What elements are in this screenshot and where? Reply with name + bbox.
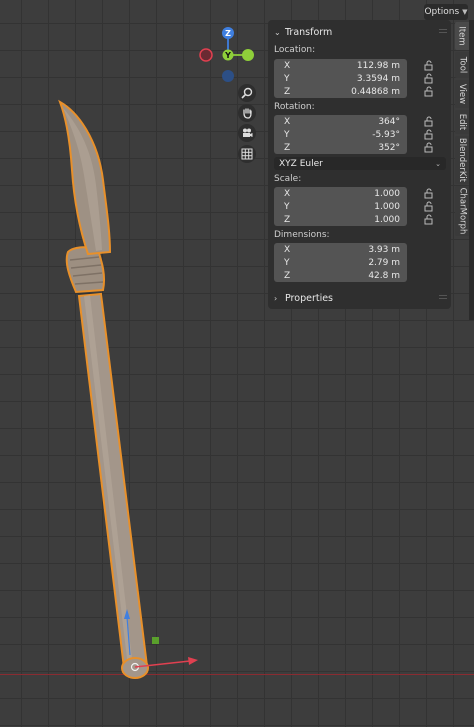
properties-title: Properties — [285, 292, 334, 304]
navigation-gizmo[interactable]: Z Y — [195, 24, 265, 94]
lock-location-z-icon[interactable] — [424, 86, 436, 97]
chevron-down-icon: ⌄ — [435, 159, 441, 168]
tab-edit[interactable]: Edit — [455, 110, 469, 134]
scale-x-field[interactable]: X 1.000 — [274, 187, 407, 200]
grid-icon — [241, 148, 253, 160]
tab-item[interactable]: Item — [455, 22, 469, 50]
rotation-y-field[interactable]: Y -5.93° — [274, 128, 407, 141]
lock-scale-x-icon[interactable] — [424, 188, 436, 199]
x-axis-arrow-icon — [188, 657, 198, 665]
scale-label: Scale: — [274, 174, 302, 184]
camera-view-button[interactable] — [238, 124, 256, 142]
options-label: Options — [424, 7, 460, 17]
scale-z-field[interactable]: Z 1.000 — [274, 213, 407, 226]
rotation-mode-dropdown[interactable]: XYZ Euler ⌄ — [274, 157, 446, 170]
tab-charmorph[interactable]: CharMorph — [455, 186, 469, 236]
chevron-down-icon: ⌄ — [274, 27, 281, 37]
lock-rotation-y-icon[interactable] — [424, 129, 436, 140]
gizmo-x-negative-icon — [199, 48, 213, 62]
staff-shaft — [77, 292, 149, 670]
gizmo-y-label: Y — [224, 51, 231, 60]
camera-icon — [243, 128, 253, 137]
chevron-down-icon: ▼ — [462, 8, 468, 16]
location-z-field[interactable]: Z 0.44868 m — [274, 85, 407, 98]
ortho-toggle-button[interactable] — [238, 145, 256, 163]
lock-rotation-x-icon[interactable] — [424, 116, 436, 127]
zoom-icon — [241, 87, 253, 99]
gizmo-z-label: Z — [225, 29, 231, 38]
dimensions-z-field[interactable]: Z 42.8 m — [274, 269, 407, 282]
lock-scale-y-icon[interactable] — [424, 201, 436, 212]
y-axis-handle-icon — [152, 637, 159, 644]
options-dropdown[interactable]: Options ▼ — [424, 4, 468, 20]
zoom-button[interactable] — [238, 84, 256, 102]
gizmo-z-negative-icon — [222, 70, 234, 82]
location-y-field[interactable]: Y 3.3594 m — [274, 72, 407, 85]
location-x-field[interactable]: X 112.98 m — [274, 59, 407, 72]
lock-scale-z-icon[interactable] — [424, 214, 436, 225]
dimensions-x-field[interactable]: X 3.93 m — [274, 243, 407, 256]
hand-pan-icon — [243, 108, 252, 119]
properties-panel-header[interactable]: › Properties — [268, 290, 451, 306]
lock-location-x-icon[interactable] — [424, 60, 436, 71]
transform-title: Transform — [285, 26, 333, 38]
transform-panel-header[interactable]: ⌄ Transform — [268, 24, 451, 40]
chevron-right-icon: › — [274, 293, 278, 303]
dimensions-label: Dimensions: — [274, 230, 330, 240]
tab-view[interactable]: View — [455, 80, 469, 108]
drag-grip-icon[interactable] — [439, 29, 447, 35]
tab-tool[interactable]: Tool — [455, 52, 469, 78]
rotation-mode-value: XYZ Euler — [279, 158, 323, 169]
sidebar-tabs: Item Tool View Edit BlenderKit CharMorph — [455, 22, 469, 237]
rotation-label: Rotation: — [274, 102, 315, 112]
location-label: Location: — [274, 45, 316, 55]
tab-blenderkit[interactable]: BlenderKit — [455, 136, 469, 184]
pan-button[interactable] — [238, 104, 256, 122]
staff-base — [121, 657, 149, 679]
lock-location-y-icon[interactable] — [424, 73, 436, 84]
sidebar-tab-strip — [469, 20, 474, 320]
rotation-z-field[interactable]: Z 352° — [274, 141, 407, 154]
rotation-x-field[interactable]: X 364° — [274, 115, 407, 128]
dimensions-y-field[interactable]: Y 2.79 m — [274, 256, 407, 269]
drag-grip-icon[interactable] — [439, 295, 447, 301]
lock-rotation-z-icon[interactable] — [424, 142, 436, 153]
scale-y-field[interactable]: Y 1.000 — [274, 200, 407, 213]
gizmo-y-positive-icon — [242, 49, 254, 61]
